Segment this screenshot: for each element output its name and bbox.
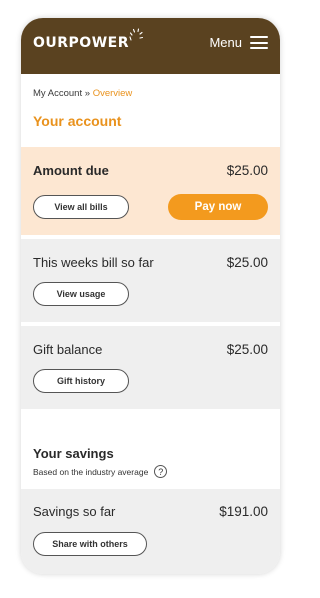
savings-header: Your savings Based on the industry avera…: [33, 446, 168, 478]
gift-balance-card: Gift balance $25.00 Gift history: [21, 326, 280, 409]
amount-due-label: Amount due: [33, 163, 109, 178]
help-icon[interactable]: ?: [154, 465, 168, 478]
bill-so-far-value: $25.00: [226, 255, 268, 270]
savings-so-far-value: $191.00: [219, 504, 268, 519]
amount-due-value: $25.00: [226, 163, 268, 178]
savings-so-far-label: Savings so far: [33, 504, 116, 519]
hamburger-icon: [250, 36, 268, 49]
amount-due-card: Amount due $25.00 View all bills Pay now: [21, 147, 280, 235]
view-usage-button[interactable]: View usage: [33, 282, 129, 306]
gift-balance-label: Gift balance: [33, 342, 103, 357]
share-with-others-button[interactable]: Share with others: [33, 532, 147, 556]
page-title: Your account: [33, 113, 122, 129]
sunburst-icon: [129, 28, 143, 41]
logo-text: OURPOWER: [33, 35, 129, 51]
view-all-bills-button[interactable]: View all bills: [33, 195, 129, 219]
breadcrumb-separator: »: [84, 88, 91, 99]
menu-button[interactable]: Menu: [209, 35, 268, 50]
gift-history-button[interactable]: Gift history: [33, 369, 129, 393]
savings-title: Your savings: [33, 446, 114, 461]
menu-label: Menu: [209, 35, 242, 50]
phone-frame: OURPOWER Menu My Account » Overview Your…: [21, 18, 280, 574]
bill-so-far-card: This weeks bill so far $25.00 View usage: [21, 239, 280, 322]
pay-now-button[interactable]: Pay now: [168, 194, 268, 220]
top-bar: OURPOWER Menu: [21, 18, 280, 74]
savings-subtitle: Based on the industry average ?: [33, 465, 168, 478]
gift-balance-value: $25.00: [226, 342, 268, 357]
breadcrumb: My Account » Overview: [21, 74, 280, 99]
logo[interactable]: OURPOWER: [33, 28, 143, 51]
savings-card: Savings so far $191.00 Share with others: [21, 489, 280, 574]
breadcrumb-current: Overview: [92, 88, 133, 99]
bill-so-far-label: This weeks bill so far: [33, 255, 154, 270]
breadcrumb-parent-link[interactable]: My Account: [33, 88, 82, 99]
savings-subtitle-text: Based on the industry average: [33, 466, 149, 477]
